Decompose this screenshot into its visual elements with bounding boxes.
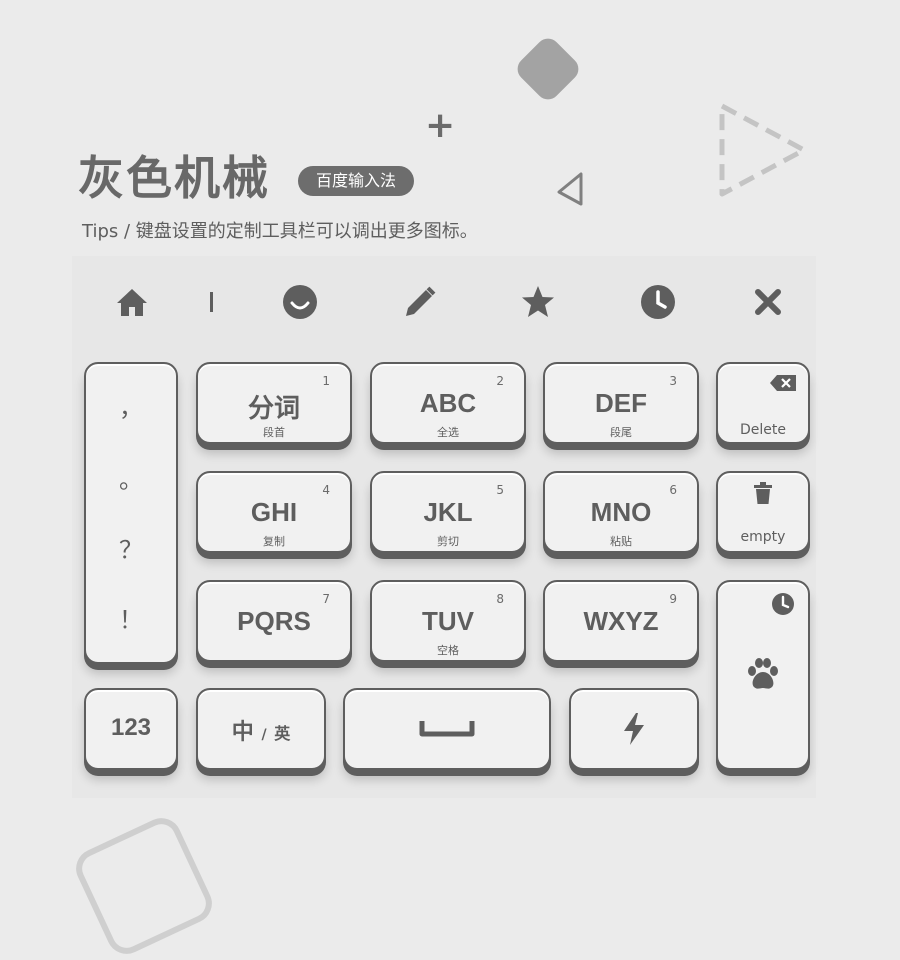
key-8-main: TUV bbox=[422, 606, 474, 636]
keyboard-toolbar bbox=[72, 256, 816, 348]
key-7-main: PQRS bbox=[237, 606, 311, 636]
key-7-num: 7 bbox=[322, 592, 330, 606]
play-triangle-icon bbox=[719, 103, 807, 197]
key-5[interactable]: JKL 剪切 5 bbox=[370, 471, 526, 553]
key-9-main: WXYZ bbox=[583, 606, 659, 636]
star-icon[interactable] bbox=[520, 284, 556, 320]
decorative-rounded-square bbox=[69, 811, 219, 960]
emoji-icon[interactable] bbox=[282, 284, 318, 320]
exclamation-key[interactable]: ！ bbox=[86, 600, 176, 635]
question-key[interactable]: ？ bbox=[86, 530, 176, 565]
key-2-num: 2 bbox=[496, 374, 504, 388]
key-3-main: DEF bbox=[595, 388, 647, 418]
language-switch-key[interactable]: 中 / 英 bbox=[196, 688, 326, 770]
period-key[interactable]: 。 bbox=[86, 460, 176, 495]
key-2[interactable]: ABC 全选 2 bbox=[370, 362, 526, 444]
space-key[interactable] bbox=[343, 688, 551, 770]
numbers-label: 123 bbox=[110, 714, 152, 741]
key-6-main: MNO bbox=[590, 497, 652, 527]
key-8[interactable]: TUV 空格 8 bbox=[370, 580, 526, 662]
lightning-icon bbox=[571, 712, 697, 746]
space-icon bbox=[345, 718, 549, 738]
key-9[interactable]: WXYZ 9 bbox=[543, 580, 699, 662]
close-icon[interactable] bbox=[750, 284, 786, 320]
key-5-main: JKL bbox=[423, 497, 473, 527]
key-8-sub: 空格 bbox=[437, 644, 459, 657]
delete-label: Delete bbox=[740, 422, 786, 438]
numbers-key[interactable]: 123 bbox=[84, 688, 178, 770]
key-4[interactable]: GHI 复制 4 bbox=[196, 471, 352, 553]
key-3-num: 3 bbox=[669, 374, 677, 388]
key-1-num: 1 bbox=[322, 374, 330, 388]
key-7[interactable]: PQRS 7 bbox=[196, 580, 352, 662]
key-6[interactable]: MNO 粘贴 6 bbox=[543, 471, 699, 553]
lightning-key[interactable] bbox=[569, 688, 699, 770]
lang-en: 英 bbox=[274, 724, 291, 743]
key-9-num: 9 bbox=[669, 592, 677, 606]
clock-small-icon bbox=[758, 592, 808, 616]
key-3[interactable]: DEF 段尾 3 bbox=[543, 362, 699, 444]
key-5-sub: 剪切 bbox=[437, 535, 459, 548]
key-6-num: 6 bbox=[669, 483, 677, 497]
lang-sep: / bbox=[261, 727, 267, 743]
home-icon[interactable] bbox=[114, 284, 150, 320]
key-4-num: 4 bbox=[322, 483, 330, 497]
lang-cn: 中 bbox=[231, 720, 254, 745]
empty-key[interactable]: empty bbox=[716, 471, 810, 553]
key-6-sub: 粘贴 bbox=[610, 535, 632, 548]
key-4-sub: 复制 bbox=[263, 535, 285, 548]
language-switch-label: 中 / 英 bbox=[198, 714, 324, 746]
key-4-main: GHI bbox=[250, 497, 298, 527]
key-2-main: ABC bbox=[419, 388, 477, 418]
backspace-icon bbox=[758, 374, 808, 392]
decorative-diamond bbox=[512, 33, 584, 105]
paw-key[interactable] bbox=[716, 580, 810, 770]
brand-badge: 百度输入法 bbox=[298, 166, 415, 196]
key-8-num: 8 bbox=[496, 592, 504, 606]
key-1-main: 分词 bbox=[247, 393, 300, 423]
page-title: 灰色机械 bbox=[78, 151, 270, 205]
key-3-sub: 段尾 bbox=[610, 426, 632, 439]
cursor-icon[interactable] bbox=[194, 284, 230, 320]
empty-label: empty bbox=[740, 529, 786, 545]
plus-icon: + bbox=[425, 105, 456, 146]
key-2-sub: 全选 bbox=[437, 426, 459, 439]
paw-icon bbox=[718, 656, 808, 692]
comma-key[interactable]: ， bbox=[86, 388, 176, 423]
delete-key[interactable]: Delete bbox=[716, 362, 810, 444]
key-1-sub: 段首 bbox=[263, 426, 285, 439]
clock-icon[interactable] bbox=[640, 284, 676, 320]
pencil-icon[interactable] bbox=[402, 284, 438, 320]
small-triangle-icon bbox=[557, 172, 583, 206]
key-5-num: 5 bbox=[496, 483, 504, 497]
key-1[interactable]: 分词 段首 1 bbox=[196, 362, 352, 444]
trash-icon bbox=[718, 481, 808, 505]
punctuation-column[interactable]: ， 。 ？ ！ bbox=[84, 362, 178, 664]
tips-text: Tips / 键盘设置的定制工具栏可以调出更多图标。 bbox=[82, 221, 478, 242]
keyboard: ， 。 ？ ！ 分词 段首 1 ABC 全选 2 DEF 段尾 3 GHI 复制… bbox=[72, 256, 816, 798]
